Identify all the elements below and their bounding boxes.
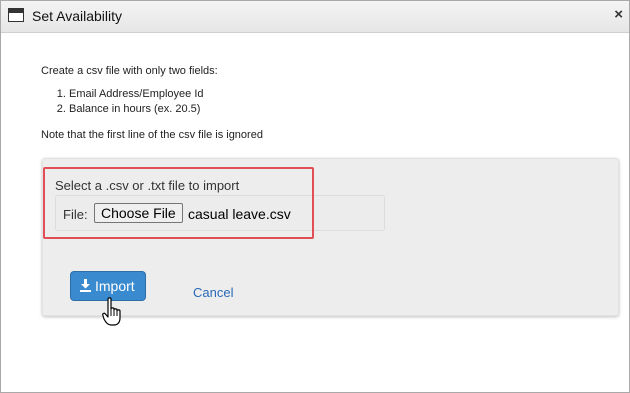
note-text: Note that the first line of the csv file… — [41, 129, 263, 141]
dialog-body: Create a csv file with only two fields: … — [1, 33, 629, 392]
cancel-link[interactable]: Cancel — [193, 285, 233, 300]
hand-cursor-icon — [102, 297, 121, 326]
field-list-item: Email Address/Employee Id — [69, 87, 204, 102]
close-icon[interactable]: × — [614, 6, 623, 24]
import-panel: Select a .csv or .txt file to import Fil… — [42, 158, 619, 316]
dialog-title: Set Availability — [32, 8, 123, 24]
file-input-row: File: Choose File casual leave.csv — [55, 195, 385, 231]
select-file-label: Select a .csv or .txt file to import — [55, 178, 240, 193]
window-icon — [8, 8, 24, 22]
file-label: File: — [63, 207, 88, 222]
selected-file-name: casual leave.csv — [188, 206, 291, 222]
download-icon — [80, 279, 91, 292]
field-list: Email Address/Employee Id Balance in hou… — [41, 87, 204, 117]
set-availability-dialog: Set Availability × Create a csv file wit… — [0, 0, 630, 393]
intro-text: Create a csv file with only two fields: — [41, 65, 218, 77]
import-button-label: Import — [95, 278, 135, 294]
dialog-titlebar: Set Availability × — [1, 1, 629, 33]
choose-file-button[interactable]: Choose File — [94, 203, 183, 223]
field-list-item: Balance in hours (ex. 20.5) — [69, 102, 204, 117]
